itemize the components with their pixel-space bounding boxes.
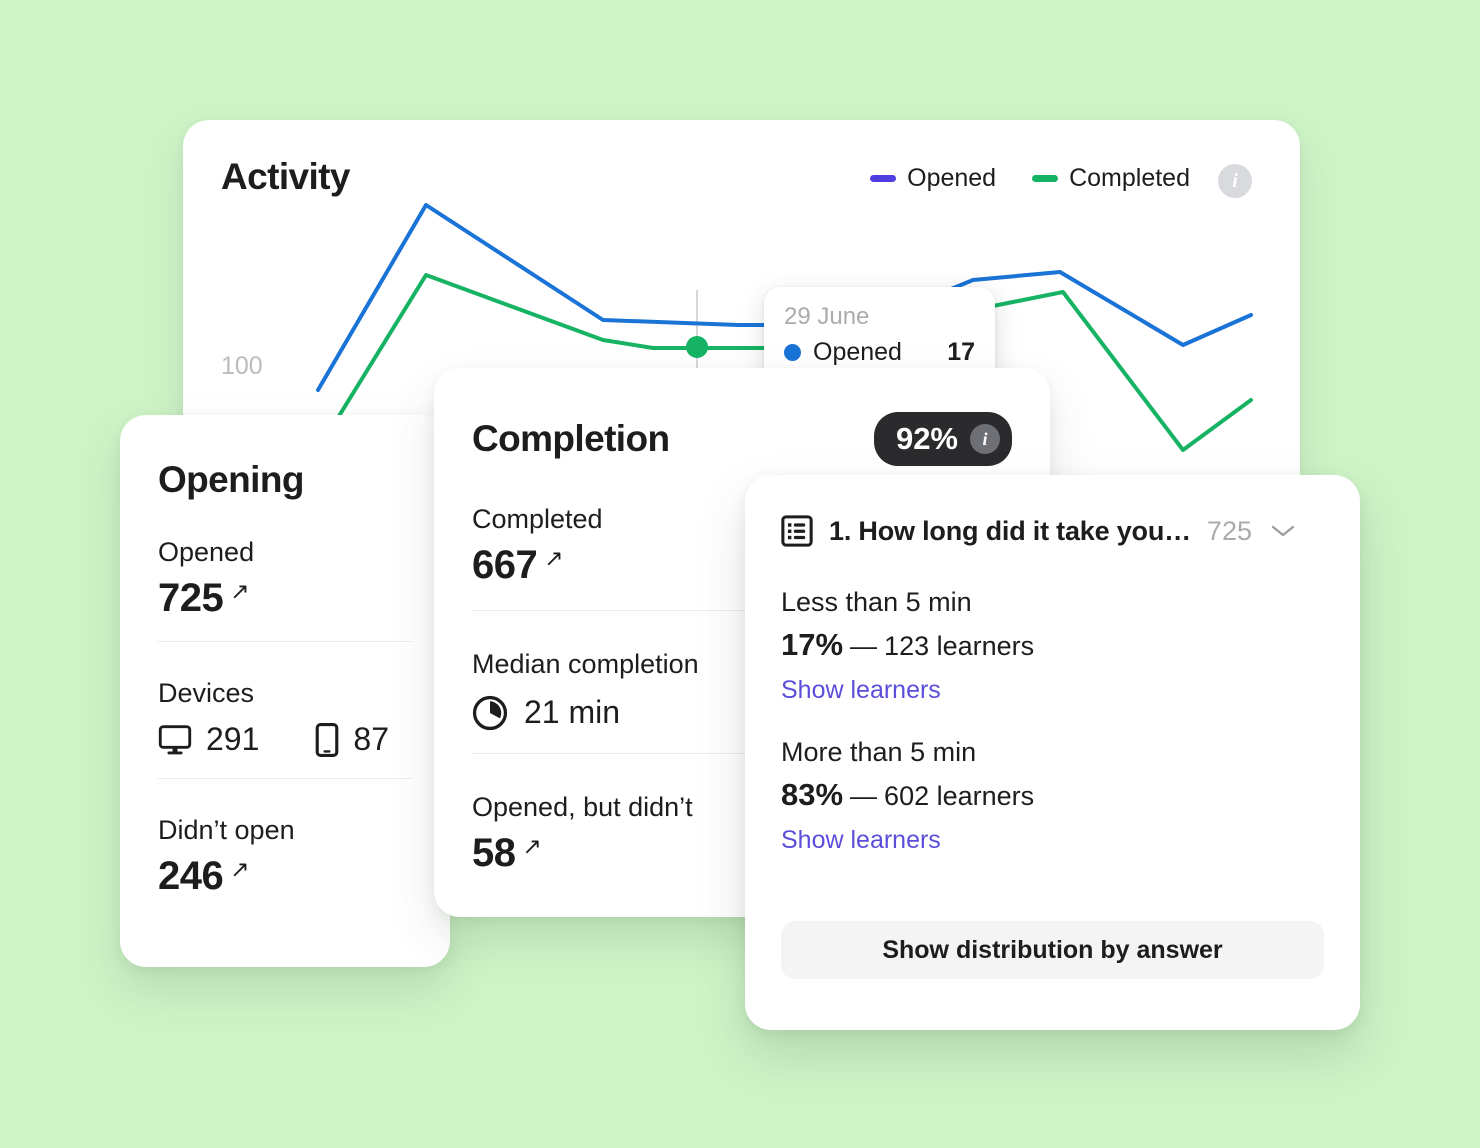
opening-didnt-open-arrow-icon: ↗ [230, 856, 250, 882]
opening-devices-label: Devices [158, 678, 255, 708]
opening-opened-value: 725 [158, 576, 224, 620]
question-header[interactable]: 1. How long did it take you… 725 [781, 507, 1324, 555]
answer-percent: 17% [781, 627, 844, 662]
answer-option-less-than-5-min: Less than 5 min 17% —123 learners Show le… [781, 587, 1324, 705]
completion-title: Completion [472, 418, 670, 459]
completion-median-value: 21 min [524, 694, 621, 730]
opening-opened-value-row[interactable]: 725 ↗ [158, 576, 412, 621]
opening-stat-devices: Devices 291 87 [158, 641, 412, 758]
chart-highlight-point[interactable] [686, 336, 708, 358]
completion-opened-not-completed-arrow-icon: ↗ [522, 833, 542, 859]
tablet-icon [316, 722, 339, 757]
device-tablet-group[interactable]: 87 [315, 721, 389, 758]
opening-didnt-open-value: 246 [158, 854, 224, 898]
opening-title: Opening [158, 459, 304, 500]
tooltip-row-opened: Opened 17 [784, 338, 975, 367]
clock-icon [472, 695, 508, 730]
answer-option-more-than-5-min: More than 5 min 83% —602 learners Show le… [781, 737, 1324, 855]
tooltip-name-opened: Opened [813, 338, 902, 366]
question-title: 1. How long did it take you… [829, 515, 1191, 546]
survey-list-icon [781, 515, 813, 547]
completion-header: Completion 92% i [472, 412, 1012, 466]
desktop-icon [158, 724, 192, 754]
show-learners-link[interactable]: Show learners [781, 676, 1324, 705]
answer-percent: 83% [781, 777, 844, 812]
device-tablet-count: 87 [353, 721, 389, 757]
completion-completed-value: 667 [472, 543, 538, 587]
tooltip-value-opened: 17 [947, 338, 975, 366]
chevron-down-icon[interactable] [1270, 523, 1296, 539]
answer-dash: — [850, 781, 878, 811]
opening-stat-opened: Opened 725 ↗ [158, 501, 412, 621]
answer-label: Less than 5 min [781, 587, 972, 617]
opening-didnt-open-value-row[interactable]: 246 ↗ [158, 854, 412, 899]
answer-dash: — [850, 631, 878, 661]
completion-completed-arrow-icon: ↗ [544, 545, 564, 571]
opening-didnt-open-label: Didn’t open [158, 815, 295, 845]
answer-stat: 83% —602 learners [781, 777, 1324, 813]
answer-stat: 17% —123 learners [781, 627, 1324, 663]
opening-card: Opening Opened 725 ↗ Devices 291 87 Didn… [120, 415, 450, 967]
completion-info-icon[interactable]: i [970, 424, 1000, 454]
completion-opened-not-completed-value: 58 [472, 831, 516, 875]
completion-percent: 92% [895, 421, 958, 456]
show-learners-link[interactable]: Show learners [781, 826, 1324, 855]
dashboard-stage: Activity Opened Completed i 100 0 [0, 0, 1480, 1148]
completion-rate-badge[interactable]: 92% i [873, 412, 1012, 466]
question-results-card: 1. How long did it take you… 725 Less th… [745, 475, 1360, 1030]
question-response-count: 725 [1206, 515, 1252, 546]
device-desktop-group[interactable]: 291 [158, 721, 259, 758]
answer-learners: 123 learners [884, 631, 1035, 661]
tooltip-date: 29 June [784, 303, 870, 330]
opening-devices-row: 291 87 [158, 721, 412, 758]
show-distribution-button[interactable]: Show distribution by answer [781, 921, 1324, 979]
answer-learners: 602 learners [884, 781, 1035, 811]
opening-opened-label: Opened [158, 537, 255, 567]
device-desktop-count: 291 [206, 721, 260, 757]
opening-opened-arrow-icon: ↗ [230, 578, 250, 604]
tooltip-dot-opened-icon [784, 344, 801, 361]
opening-stat-didnt-open: Didn’t open 246 ↗ [158, 778, 412, 899]
answer-label: More than 5 min [781, 737, 977, 767]
